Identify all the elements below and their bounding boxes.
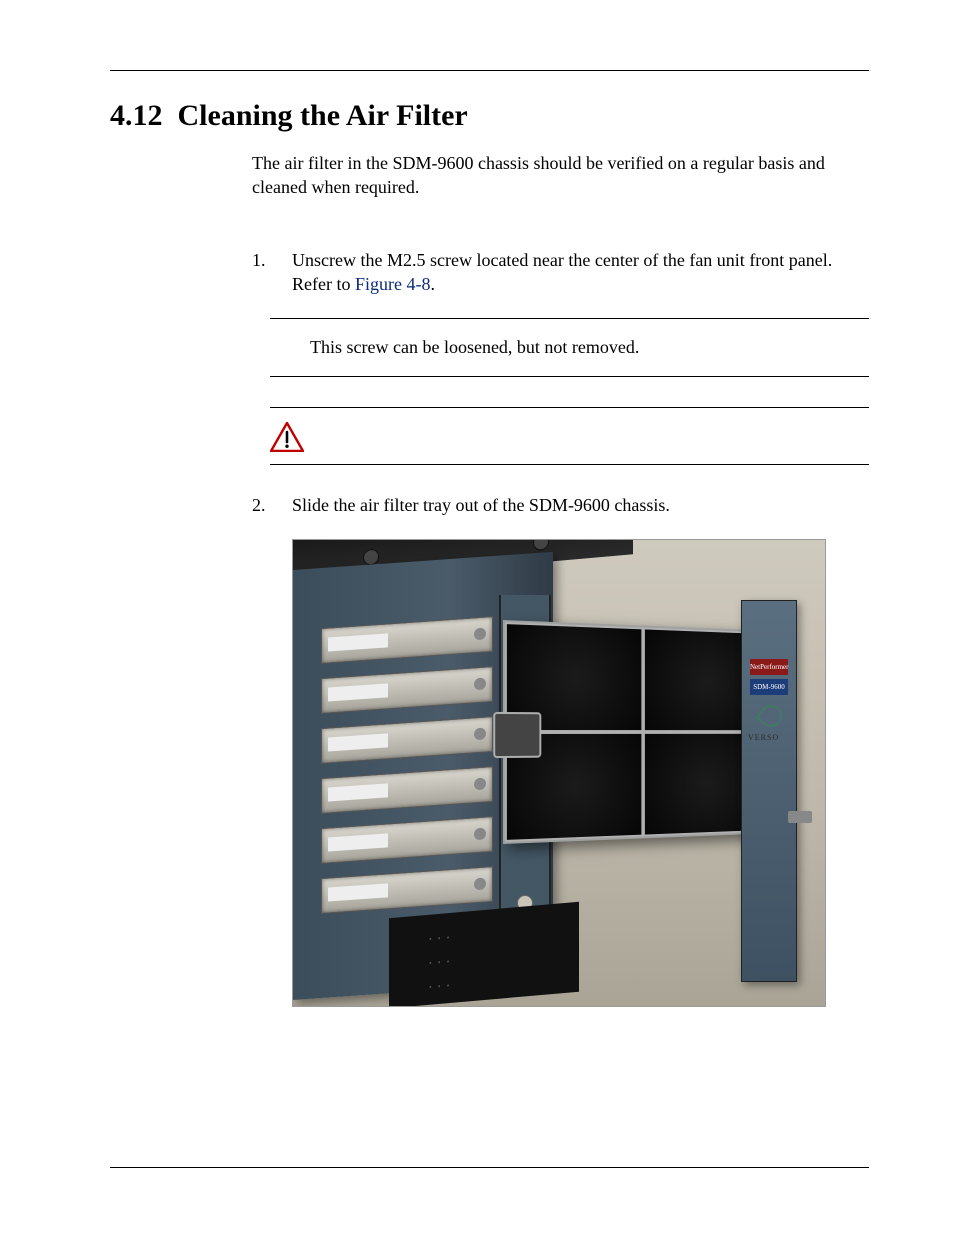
chassis-right-panel: NetPerformer SDM-9600 VERSO xyxy=(741,600,797,982)
step-1-text: Unscrew the M2.5 screw located near the … xyxy=(292,248,869,297)
intro-paragraph: The air filter in the SDM-9600 chassis s… xyxy=(252,151,869,200)
bottom-horizontal-rule xyxy=(110,1167,869,1168)
note-callout: This screw can be loosened, but not remo… xyxy=(270,318,869,377)
step-2-text: Slide the air filter tray out of the SDM… xyxy=(292,493,670,517)
warning-bottom-rule xyxy=(270,464,869,465)
warning-triangle-icon xyxy=(270,422,869,452)
badge-netperformer: NetPerformer xyxy=(750,659,788,675)
section-title: Cleaning the Air Filter xyxy=(178,99,468,132)
section-heading: 4.12 Cleaning the Air Filter xyxy=(110,99,869,133)
step-2-number: 2. xyxy=(252,493,292,517)
warning-callout xyxy=(270,407,869,465)
step-1-number: 1. xyxy=(252,248,292,297)
step-1: 1. Unscrew the M2.5 screw located near t… xyxy=(252,248,869,297)
section-number: 4.12 xyxy=(110,99,163,132)
chassis-photograph: POWER ON • • • • • • • • • NetPerformer xyxy=(292,539,826,1007)
air-filter-tray xyxy=(503,620,770,844)
badge-model: SDM-9600 xyxy=(750,679,788,695)
note-text: This screw can be loosened, but not remo… xyxy=(270,319,869,376)
step-2: 2. Slide the air filter tray out of the … xyxy=(252,493,869,517)
figure-link[interactable]: Figure 4-8 xyxy=(355,274,431,294)
step-1-text-b: . xyxy=(430,274,435,294)
vendor-label: VERSO xyxy=(748,733,779,742)
top-horizontal-rule xyxy=(110,70,869,71)
figure-photo: POWER ON • • • • • • • • • NetPerformer xyxy=(292,539,869,1007)
note-bottom-rule xyxy=(270,376,869,377)
